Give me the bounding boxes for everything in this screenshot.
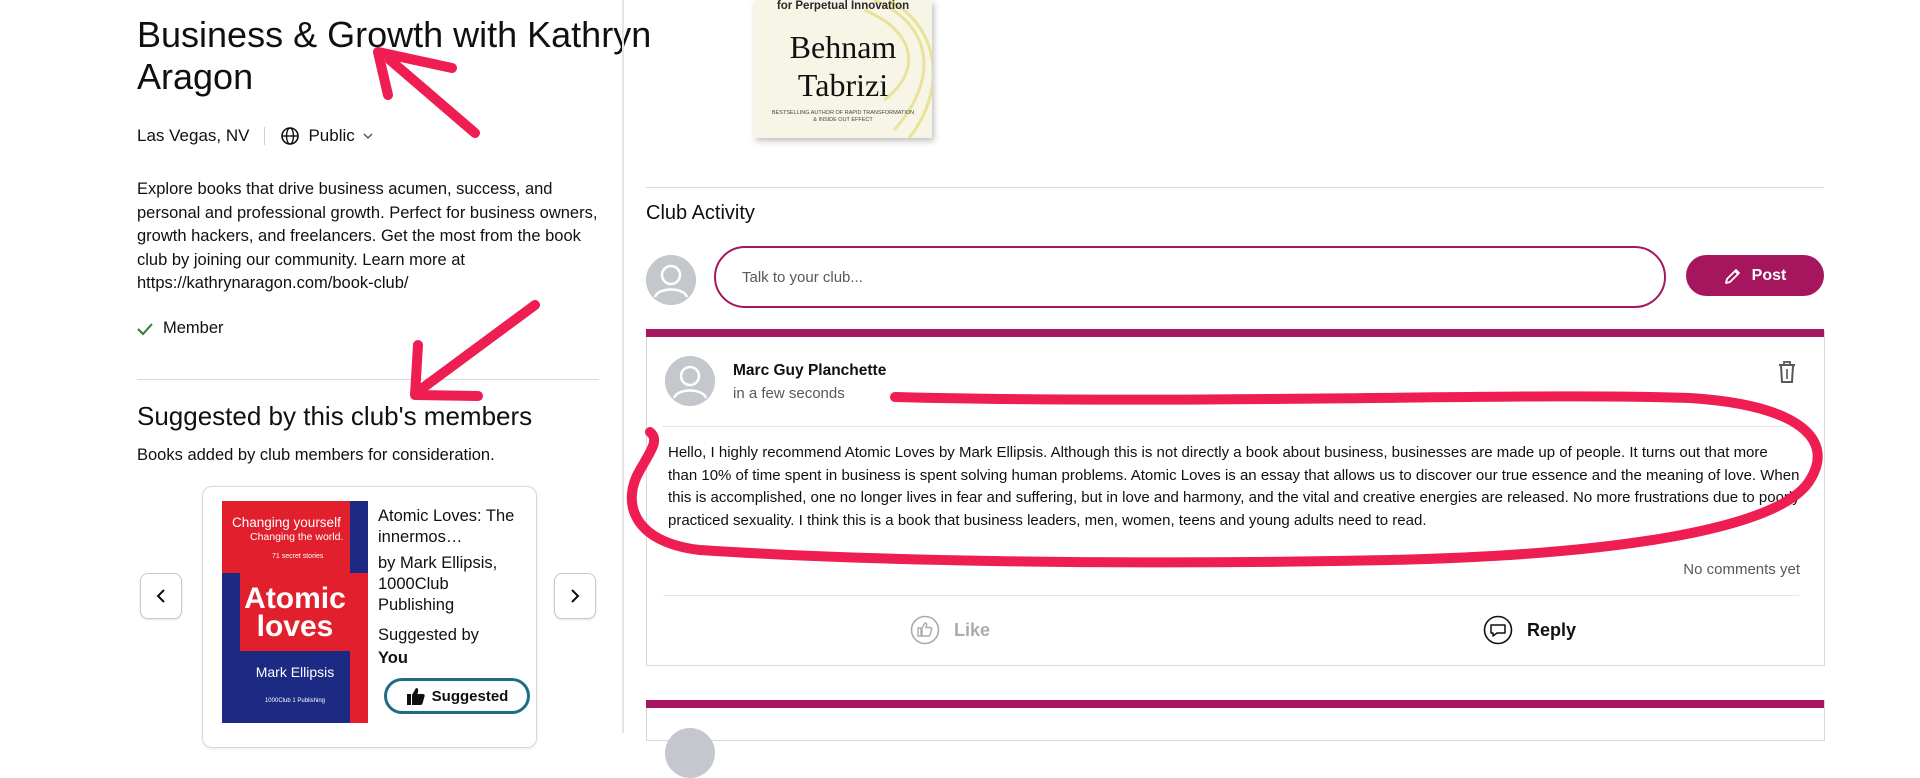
- cover-title: Atomic loves: [244, 582, 346, 643]
- cover-tagline-2: Changing the world.: [250, 531, 344, 543]
- post-button-label: Post: [1751, 266, 1787, 284]
- thumbs-up-icon: [406, 688, 425, 705]
- annotation-arrow-suggested: [415, 300, 540, 395]
- cover-author: Mark Ellipsis: [255, 664, 335, 680]
- divider: [264, 127, 266, 145]
- book-title-link[interactable]: Atomic Loves: The innermos…: [378, 506, 528, 548]
- cover-publisher: 1000Club 1 Publishing: [264, 698, 326, 704]
- club-title: Business & Growth with Kathryn Aragon: [137, 14, 652, 97]
- suggested-by-label: Suggested by: [378, 626, 479, 644]
- club-description: Explore books that drive business acumen…: [137, 180, 598, 292]
- post-author-avatar[interactable]: [665, 356, 715, 406]
- suggested-by-name: You: [378, 649, 408, 667]
- carousel-next-button[interactable]: [554, 573, 596, 619]
- comments-count: No comments yet: [1683, 561, 1800, 578]
- divider: [646, 187, 1824, 188]
- divider: [137, 379, 599, 380]
- book-cover[interactable]: Changing yourself Changing the world. 71…: [222, 501, 368, 723]
- suggested-heading: Suggested by this club's members: [137, 401, 533, 431]
- reply-label: Reply: [1527, 619, 1577, 640]
- club-activity-heading: Club Activity: [646, 202, 755, 224]
- post-button[interactable]: Post: [1686, 255, 1824, 296]
- pencil-icon: [1724, 268, 1740, 284]
- annotation-arrowhead-suggested: [410, 340, 483, 401]
- featured-book-cover[interactable]: for Perpetual Innovation Behnam Tabrizi …: [754, 0, 932, 138]
- suggested-button[interactable]: Suggested: [384, 678, 530, 714]
- carousel-prev-button[interactable]: [140, 573, 182, 619]
- post-author-avatar: [665, 728, 715, 778]
- user-avatar-icon: [665, 356, 715, 406]
- chevron-down-icon: [363, 133, 373, 140]
- book-author: by Mark Ellipsis, 1000Club Publishing: [378, 554, 498, 614]
- privacy-dropdown[interactable]: Public: [280, 126, 373, 146]
- featured-book-tagline: for Perpetual Innovation: [776, 0, 910, 12]
- reply-icon: [1483, 615, 1513, 645]
- club-post-input[interactable]: [714, 246, 1666, 308]
- column-divider: [622, 0, 624, 733]
- membership-status: Member: [137, 319, 224, 338]
- membership-label: Member: [163, 319, 224, 337]
- user-avatar: [646, 255, 696, 305]
- club-location: Las Vegas, NV: [137, 126, 250, 145]
- divider: [663, 595, 1799, 596]
- privacy-label: Public: [308, 126, 355, 145]
- divider: [663, 426, 1799, 427]
- chevron-right-icon: [571, 589, 580, 603]
- cover-count: 71 secret stories: [272, 553, 324, 560]
- club-meta: Las Vegas, NV Public: [137, 124, 373, 148]
- featured-book-blurb: BESTSELLING AUTHOR OF RAPID TRANSFORMATI…: [771, 110, 915, 123]
- like-label: Like: [954, 619, 991, 640]
- check-icon: [137, 322, 153, 335]
- reply-button[interactable]: Reply: [1483, 615, 1576, 645]
- like-icon: [910, 615, 940, 645]
- chevron-left-icon: [156, 589, 165, 603]
- cover-tagline: Changing yourself: [232, 515, 341, 530]
- suggested-subheading: Books added by club members for consider…: [137, 446, 495, 464]
- like-button[interactable]: Like: [910, 615, 990, 645]
- suggested-button-label: Suggested: [431, 687, 509, 705]
- trash-icon[interactable]: [1776, 360, 1798, 384]
- post-body: Hello, I highly recommend Atomic Loves b…: [668, 444, 1800, 529]
- globe-icon: [281, 127, 300, 145]
- user-avatar-icon: [646, 255, 696, 305]
- post-timestamp: in a few seconds: [733, 385, 845, 402]
- featured-book-author: Behnam Tabrizi: [789, 29, 897, 103]
- post-accent-bar: [646, 700, 1824, 708]
- post-author-name[interactable]: Marc Guy Planchette: [733, 362, 886, 380]
- post-accent-bar: [646, 329, 1824, 337]
